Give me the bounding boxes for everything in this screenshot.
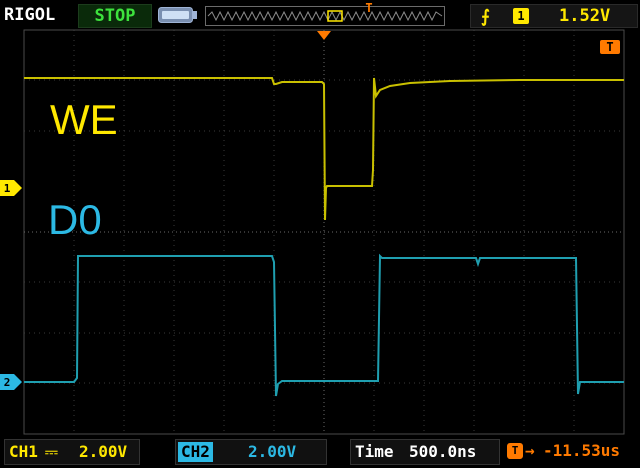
- svg-text:2: 2: [4, 376, 11, 389]
- ch2-offset-marker[interactable]: 2: [0, 374, 22, 390]
- trigger-position-marker[interactable]: T: [364, 1, 374, 15]
- timebase-settings[interactable]: Time 500.0ns: [350, 439, 500, 465]
- waveform-display[interactable]: T T 1 2 WE D0: [0, 0, 640, 468]
- ch1-scale: 2.00V: [79, 442, 128, 461]
- timebase-label: Time: [355, 442, 394, 461]
- ch2-settings[interactable]: CH2 2.00V: [175, 439, 327, 465]
- svg-text:T: T: [606, 40, 613, 54]
- dc-coupling-icon: ⎓: [45, 442, 58, 461]
- timebase-value: 500.0ns: [409, 442, 477, 461]
- arrow-right-icon: →: [525, 441, 535, 460]
- ch1-label: CH1: [9, 442, 38, 461]
- label-d0: D0: [48, 196, 102, 243]
- trigger-level-marker[interactable]: T: [600, 40, 620, 54]
- svg-text:1: 1: [4, 182, 11, 195]
- channel-status-bar: CH1 ⎓ 2.00V CH2 2.00V Time 500.0ns T → -…: [0, 436, 640, 468]
- ch1-settings[interactable]: CH1 ⎓ 2.00V: [4, 439, 140, 465]
- trigger-offset-value: -11.53us: [543, 441, 621, 460]
- svg-text:T: T: [365, 1, 372, 15]
- trigger-offset[interactable]: T → -11.53us: [505, 439, 636, 463]
- label-we: WE: [50, 96, 118, 143]
- ch2-label: CH2: [178, 442, 213, 462]
- ch2-scale: 2.00V: [248, 442, 297, 461]
- ch1-offset-marker[interactable]: 1: [0, 180, 22, 196]
- trigger-icon: T: [507, 443, 523, 459]
